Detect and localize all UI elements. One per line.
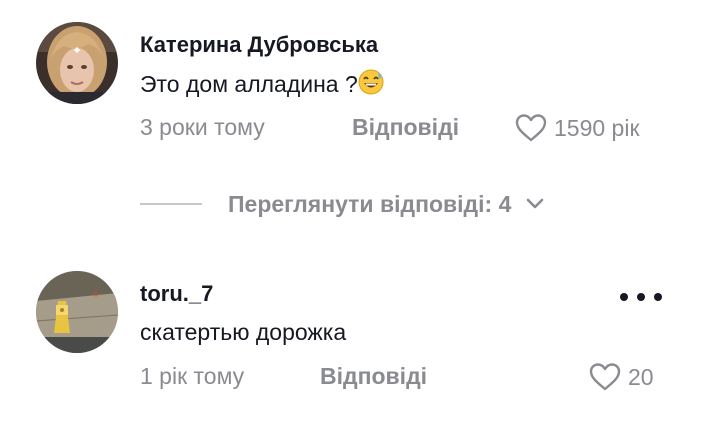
heart-outline-icon xyxy=(515,114,547,142)
heart-outline-icon xyxy=(589,363,621,391)
like-count: 1590 рік xyxy=(554,115,640,141)
more-horizontal-icon xyxy=(620,293,628,301)
chevron-down-icon xyxy=(527,198,544,209)
avatar[interactable] xyxy=(36,271,118,353)
like-button[interactable]: 20 xyxy=(588,362,654,392)
comment-text: скатертью дорожка xyxy=(140,319,347,345)
username[interactable]: toru._7 xyxy=(140,281,213,307)
more-options-button[interactable] xyxy=(620,291,662,303)
avatar[interactable] xyxy=(36,22,118,104)
comment-timestamp: 3 роки тому xyxy=(140,114,265,140)
like-count: 20 xyxy=(628,364,654,390)
divider-line xyxy=(140,203,202,205)
reply-button[interactable]: Відповіді xyxy=(320,362,427,390)
like-button[interactable]: 1590 рік xyxy=(514,113,640,143)
view-replies-button[interactable]: Переглянути відповіді: 4 xyxy=(140,190,545,218)
view-replies-label: Переглянути відповіді: 4 xyxy=(228,191,512,217)
comment-text-content: Это дом алладина ? xyxy=(140,71,358,97)
reply-button[interactable]: Відповіді xyxy=(352,113,459,141)
grinning-sweat-emoji-icon xyxy=(358,69,384,101)
username[interactable]: Катерина Дубровська xyxy=(140,32,378,58)
comment-timestamp: 1 рік тому xyxy=(140,363,245,389)
comment-text: Это дом алладина ? xyxy=(140,69,384,101)
